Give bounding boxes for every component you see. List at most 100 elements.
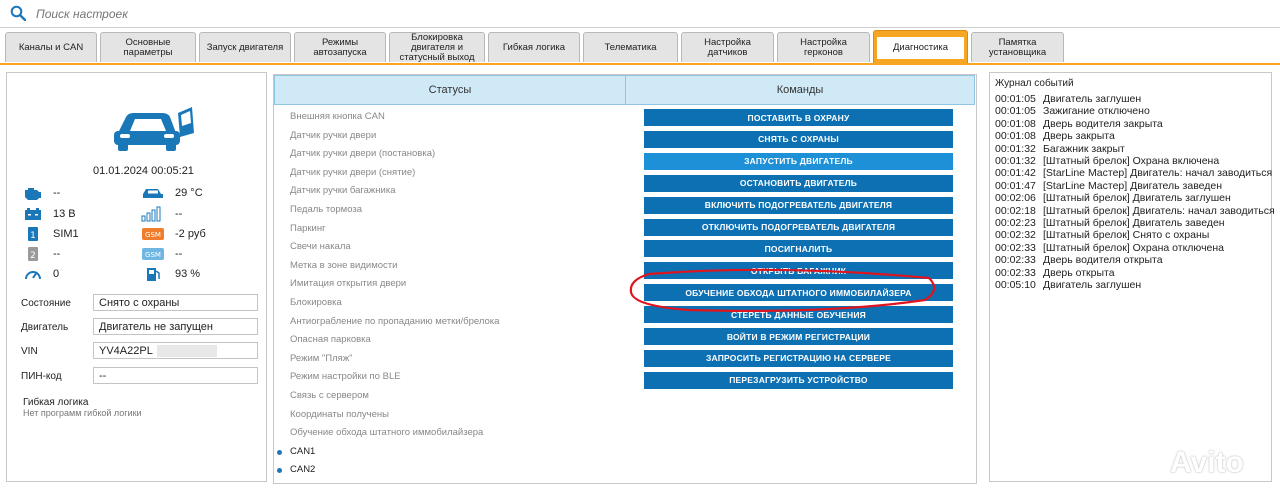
tab-telematics[interactable]: Телематика [583, 32, 678, 62]
vin-label: VIN [21, 346, 38, 357]
signal-bars-icon [141, 206, 165, 222]
log-entry-text: Дверь закрыта [1043, 130, 1115, 143]
status-item: Паркинг [290, 222, 326, 234]
pin-field: -- [93, 367, 258, 384]
statuses-commands-panel: Статусы Команды Внешняя кнопка CAN Датчик… [273, 74, 977, 484]
log-entry-text: Двигатель заглушен [1043, 93, 1142, 105]
log-entry-text: Дверь водителя закрыта [1043, 117, 1163, 130]
sim1-icon: 1 [23, 226, 43, 242]
status-item: Внешняя кнопка CAN [290, 111, 385, 122]
car-icon [114, 107, 194, 151]
log-entry: 00:02:32 [Штатный брелок] Снято с охраны [995, 229, 1209, 241]
command-button[interactable]: ПОСТАВИТЬ В ОХРАНУ [644, 109, 953, 126]
log-entry-time: 00:01:08 [995, 117, 1036, 130]
status-item: Имитация открытия двери [290, 278, 407, 290]
log-entry: 00:02:33 Дверь открыта [995, 267, 1115, 279]
engine-label: Двигатель [21, 322, 69, 333]
tab-flex-logic[interactable]: Гибкая логика [488, 32, 580, 62]
engine-icon [23, 185, 43, 201]
status-item: Педаль тормоза [290, 204, 363, 215]
command-button[interactable]: ПОСИГНАЛИТЬ [644, 240, 953, 258]
status-item: Датчик ручки двери (снятие) [290, 166, 416, 178]
log-entry-time: 00:02:33 [995, 266, 1036, 279]
log-entry-text: [Штатный брелок] Двигатель заглушен [1043, 192, 1231, 205]
pin-label: ПИН-код [21, 371, 62, 382]
tab-reed-switches[interactable]: Настройка герконов [777, 32, 870, 62]
tab-main-params[interactable]: Основные параметры [100, 32, 196, 62]
tab-engine-lock[interactable]: Блокировка двигателя и статусный выход [389, 32, 485, 62]
status-item: Координаты получены [290, 408, 389, 420]
log-entry-text: Багажник закрыт [1043, 142, 1125, 155]
tab-installer-memo[interactable]: Памятка установщика [971, 32, 1064, 62]
status-item: Датчик ручки двери [290, 129, 377, 141]
engine-temp-stat: -- [23, 185, 60, 201]
log-entry: 00:02:33 Дверь водителя открыта [995, 254, 1163, 266]
tab-diagnostics[interactable]: Диагностика [873, 30, 968, 64]
car-temp-icon [141, 185, 165, 201]
fuel-pump-icon [141, 266, 165, 282]
log-entry-time: 00:01:42 [995, 167, 1036, 180]
status-item: Датчик ручки двери (постановка) [290, 148, 436, 160]
flex-logic-subtitle: Нет программ гибкой логики [23, 408, 142, 418]
event-log-panel: Журнал событий 00:01:05 Двигатель заглуше… [989, 72, 1275, 482]
fuel-stat: 93 % [141, 266, 200, 282]
state-label: Состояние [21, 298, 71, 309]
log-entry-time: 00:01:32 [995, 142, 1036, 155]
command-button[interactable]: ЗАПРОСИТЬ РЕГИСТРАЦИЮ НА СЕРВЕРЕ [644, 349, 953, 367]
log-entry: 00:01:32 Багажник закрыт [995, 143, 1125, 155]
svg-text:GSM: GSM [145, 251, 161, 259]
battery-icon [23, 206, 43, 222]
command-button[interactable]: ПЕРЕЗАГРУЗИТЬ УСТРОЙСТВО [644, 371, 953, 389]
flex-logic-title: Гибкая логика [23, 397, 89, 408]
log-entry-text: Зажигание отключено [1043, 105, 1150, 118]
status-item: Обучение обхода штатного иммобилайзера [290, 427, 484, 439]
vin-field: YV4A22PL [93, 342, 258, 359]
tab-sensors[interactable]: Настройка датчиков [681, 32, 774, 62]
log-entry-text: [Штатный брелок] Охрана отключена [1043, 241, 1225, 254]
tab-channels-can[interactable]: Каналы и CAN [5, 32, 97, 62]
svg-text:1: 1 [30, 231, 36, 241]
command-button[interactable]: ВКЛЮЧИТЬ ПОДОГРЕВАТЕЛЬ ДВИГАТЕЛЯ [644, 196, 953, 214]
command-button[interactable]: ЗАПУСТИТЬ ДВИГАТЕЛЬ [644, 152, 953, 170]
log-entry: 00:05:10 Двигатель заглушен [995, 279, 1141, 291]
search-icon[interactable] [10, 5, 26, 21]
event-log-title: Журнал событий [995, 78, 1074, 89]
command-button[interactable]: ОСТАНОВИТЬ ДВИГАТЕЛЬ [644, 174, 953, 192]
status-item: CAN1 [290, 445, 316, 457]
log-entry-time: 00:02:18 [995, 204, 1036, 217]
statuses-header: Статусы [274, 75, 626, 105]
gsm-signal-stat: -- [141, 206, 182, 222]
speedometer-icon [23, 266, 43, 282]
sim2-stat: 2 -- [23, 246, 60, 262]
search-bar [0, 0, 1280, 28]
command-button[interactable]: ОТКЛЮЧИТЬ ПОДОГРЕВАТЕЛЬ ДВИГАТЕЛЯ [644, 218, 953, 236]
log-entry-text: [Штатный брелок] Охрана включена [1043, 155, 1220, 167]
svg-text:2: 2 [30, 251, 36, 261]
log-entry-text: [Штатный брелок] Снято с охраны [1043, 229, 1210, 242]
status-item: Режим настройки по BLE [290, 371, 401, 383]
gsm2-icon: GSM [141, 246, 165, 262]
status-active-dot [277, 468, 282, 474]
gsm2-stat: GSM -- [141, 246, 182, 262]
tab-autostart-modes[interactable]: Режимы автозапуска [294, 32, 386, 62]
gsm-balance-icon: GSM [141, 226, 165, 242]
command-button[interactable]: ВОЙТИ В РЕЖИМ РЕГИСТРАЦИИ [644, 328, 953, 345]
tab-underline [0, 63, 1280, 65]
avito-watermark: Avito [1170, 446, 1244, 479]
log-entry: 00:01:42 [StarLine Мастер] Двигатель: нач… [995, 167, 1272, 179]
log-entry-time: 00:02:33 [995, 254, 1036, 267]
vin-redaction [157, 345, 218, 358]
log-entry-time: 00:01:08 [995, 130, 1036, 143]
tab-engine-start[interactable]: Запуск двигателя [199, 32, 291, 62]
sim1-stat: 1 SIM1 [23, 226, 79, 242]
log-entry: 00:02:33 [Штатный брелок] Охрана отключен… [995, 242, 1224, 254]
log-entry-time: 00:02:32 [995, 229, 1036, 242]
status-active-dot [277, 449, 282, 455]
log-entry-time: 00:01:05 [995, 93, 1036, 105]
search-input[interactable] [34, 4, 638, 24]
log-entry-time: 00:01:47 [995, 179, 1036, 192]
log-entry-text: [Штатный брелок] Двигатель: начал заводи… [1043, 204, 1275, 217]
command-button[interactable]: СНЯТЬ С ОХРАНЫ [644, 130, 953, 148]
log-entry-text: Двигатель заглушен [1043, 279, 1142, 291]
status-item: Режим "Пляж" [290, 352, 353, 364]
